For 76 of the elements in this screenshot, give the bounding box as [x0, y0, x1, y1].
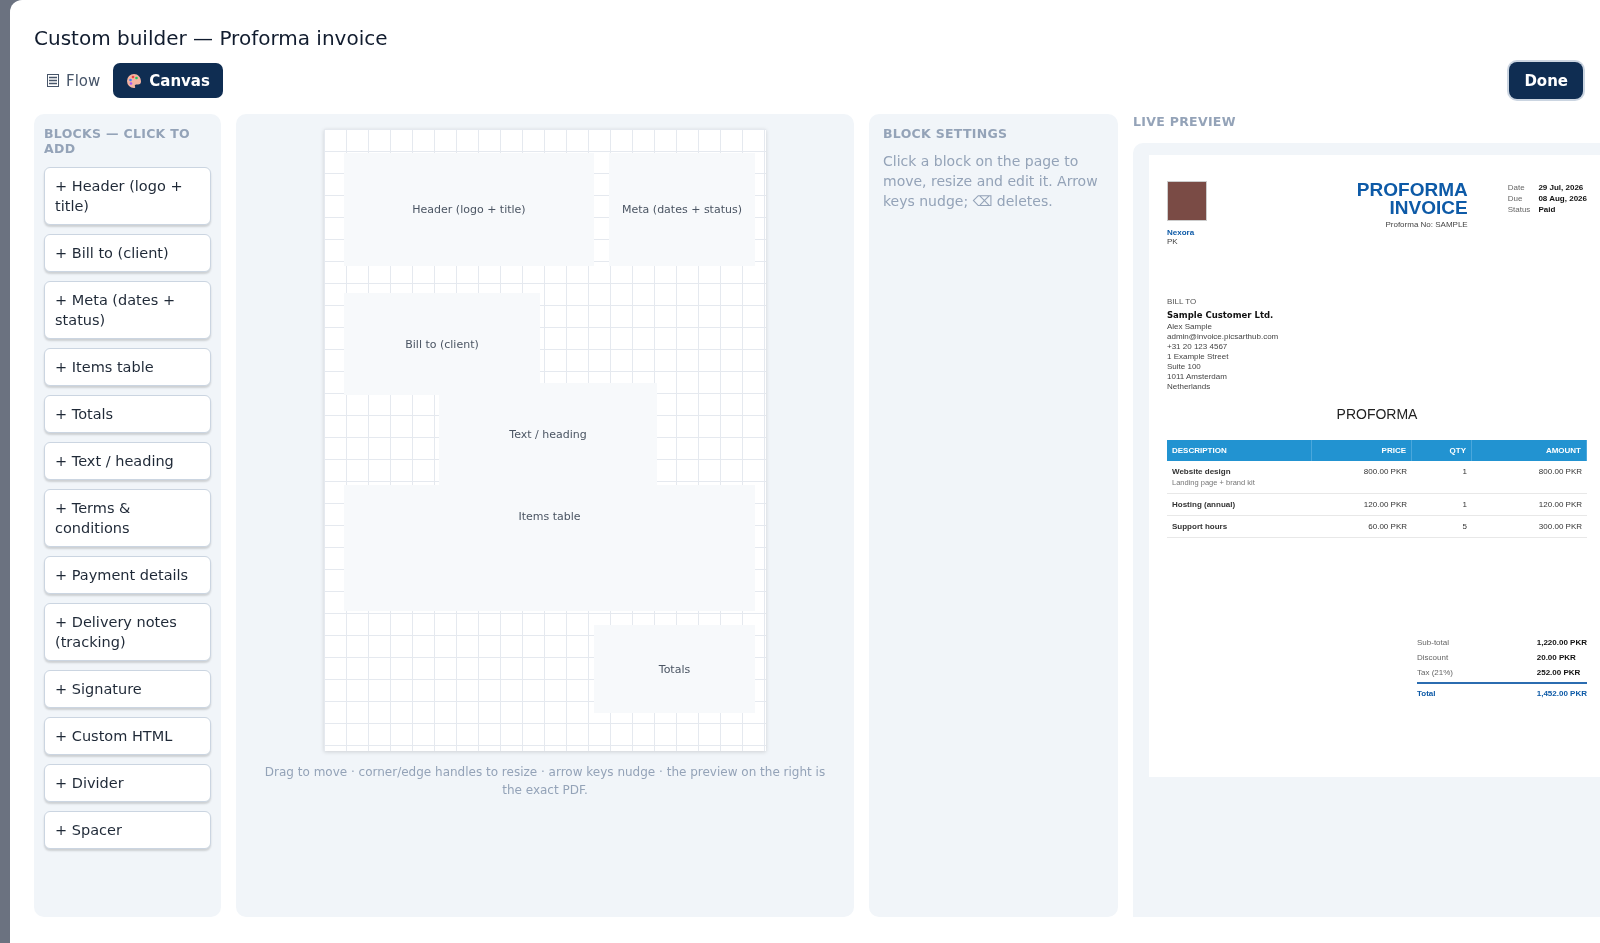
meta-label: Status	[1507, 205, 1531, 215]
add-block-button[interactable]: + Signature	[44, 670, 211, 708]
total-value: 252.00 PKR	[1536, 668, 1582, 678]
total-value: 20.00 PKR	[1536, 653, 1577, 663]
add-block-button[interactable]: + Meta (dates + status)	[44, 281, 211, 339]
table-cell: 60.00 PKR	[1312, 516, 1412, 538]
column-header: AMOUNT	[1472, 440, 1587, 461]
table-cell: 1	[1412, 461, 1472, 494]
dialog-title: Custom builder — Proforma invoice	[34, 26, 389, 50]
palette-icon	[126, 72, 143, 89]
total-label: Discount	[1417, 653, 1450, 663]
add-block-button[interactable]: + Divider	[44, 764, 211, 802]
add-block-button[interactable]: + Text / heading	[44, 442, 211, 480]
client-detail: 1 Example Street	[1167, 352, 1230, 362]
table-cell: 800.00 PKR	[1312, 461, 1412, 494]
meta-label: Due	[1507, 194, 1524, 204]
table-cell: 800.00 PKR	[1472, 461, 1587, 494]
mode-tab[interactable]: Canvas	[113, 63, 223, 98]
canvas-block[interactable]: Items table	[344, 485, 755, 611]
canvas-block[interactable]: Bill to (client)	[344, 293, 540, 395]
client-detail: admin@invoice.picsarthub.com	[1167, 332, 1280, 342]
item-description: Hosting (annual)	[1172, 500, 1237, 509]
total-label: Sub-total	[1417, 638, 1451, 648]
table-cell: 300.00 PKR	[1472, 516, 1587, 538]
settings-hint: Click a block on the page to move, resize and edit it. Arrow keys nudge; ⌫ deletes.	[883, 152, 1099, 211]
done-button[interactable]: Done	[1509, 62, 1583, 99]
photo-placeholder	[1167, 181, 1207, 221]
client-detail: Suite 100	[1167, 362, 1202, 372]
canvas-block[interactable]: Totals	[594, 625, 755, 713]
company-country: PK	[1167, 237, 1179, 247]
panel-heading: BLOCK SETTINGS	[883, 126, 1009, 141]
table-cell: 120.00 PKR	[1312, 494, 1412, 516]
invoice-number: Proforma No: SAMPLE	[1385, 220, 1468, 230]
add-block-button[interactable]: + Delivery notes (tracking)	[44, 603, 211, 661]
client-name: Sample Customer Ltd.	[1167, 310, 1275, 320]
column-header: PRICE	[1312, 440, 1412, 461]
table-cell: 120.00 PKR	[1472, 494, 1587, 516]
mode-tab[interactable]: Flow	[34, 63, 114, 98]
add-block-button[interactable]: + Items table	[44, 348, 211, 386]
panel-heading: BLOCKS — CLICK TO ADD	[44, 126, 191, 156]
invoice-title: INVOICE	[1389, 199, 1468, 217]
add-block-button[interactable]: + Bill to (client)	[44, 234, 211, 272]
table-cell: 5	[1412, 516, 1472, 538]
table-cell: 1	[1412, 494, 1472, 516]
total-label: Tax (21%)	[1417, 668, 1454, 678]
grand-total-value: 1,452.00 PKR	[1536, 689, 1587, 699]
meta-value: Paid	[1538, 205, 1557, 215]
canvas-block[interactable]: Text / heading	[439, 383, 657, 485]
panel-heading: LIVE PREVIEW	[1133, 114, 1237, 129]
client-detail: Netherlands	[1167, 382, 1212, 392]
item-description: Support hours	[1172, 522, 1229, 531]
add-block-button[interactable]: + Terms & conditions	[44, 489, 211, 547]
client-detail: Alex Sample	[1167, 322, 1213, 332]
add-block-button[interactable]: + Header (logo + title)	[44, 167, 211, 225]
canvas-hint: Drag to move · corner/edge handles to resize · arrow keys nudge · the preview on the right is the exact PDF.	[263, 764, 827, 799]
add-block-button[interactable]: + Payment details	[44, 556, 211, 594]
column-header: QTY	[1412, 440, 1472, 461]
add-block-button[interactable]: + Totals	[44, 395, 211, 433]
meta-value: 29 Jul, 2026	[1538, 183, 1585, 193]
add-block-button[interactable]: + Custom HTML	[44, 717, 211, 755]
client-detail: +31 20 123 4567	[1167, 342, 1229, 352]
company-name: Nexora	[1167, 228, 1196, 237]
canvas-block[interactable]: Meta (dates + status)	[609, 153, 755, 266]
meta-label: Date	[1507, 183, 1526, 193]
total-value: 1,220.00 PKR	[1536, 638, 1587, 648]
add-block-button[interactable]: + Spacer	[44, 811, 211, 849]
item-description: Website design	[1172, 467, 1232, 476]
column-header: DESCRIPTION	[1167, 440, 1312, 461]
document-heading: PROFORMA	[1335, 406, 1419, 422]
meta-value: 08 Aug, 2026	[1538, 194, 1587, 204]
invoice-title: PROFORMA	[1356, 181, 1468, 199]
client-detail: 1011 Amsterdam	[1167, 372, 1228, 382]
bill-to-heading: BILL TO	[1167, 297, 1198, 307]
grand-total-label: Total	[1417, 689, 1437, 699]
canvas-block[interactable]: Header (logo + title)	[344, 153, 594, 266]
list-icon	[47, 74, 59, 87]
